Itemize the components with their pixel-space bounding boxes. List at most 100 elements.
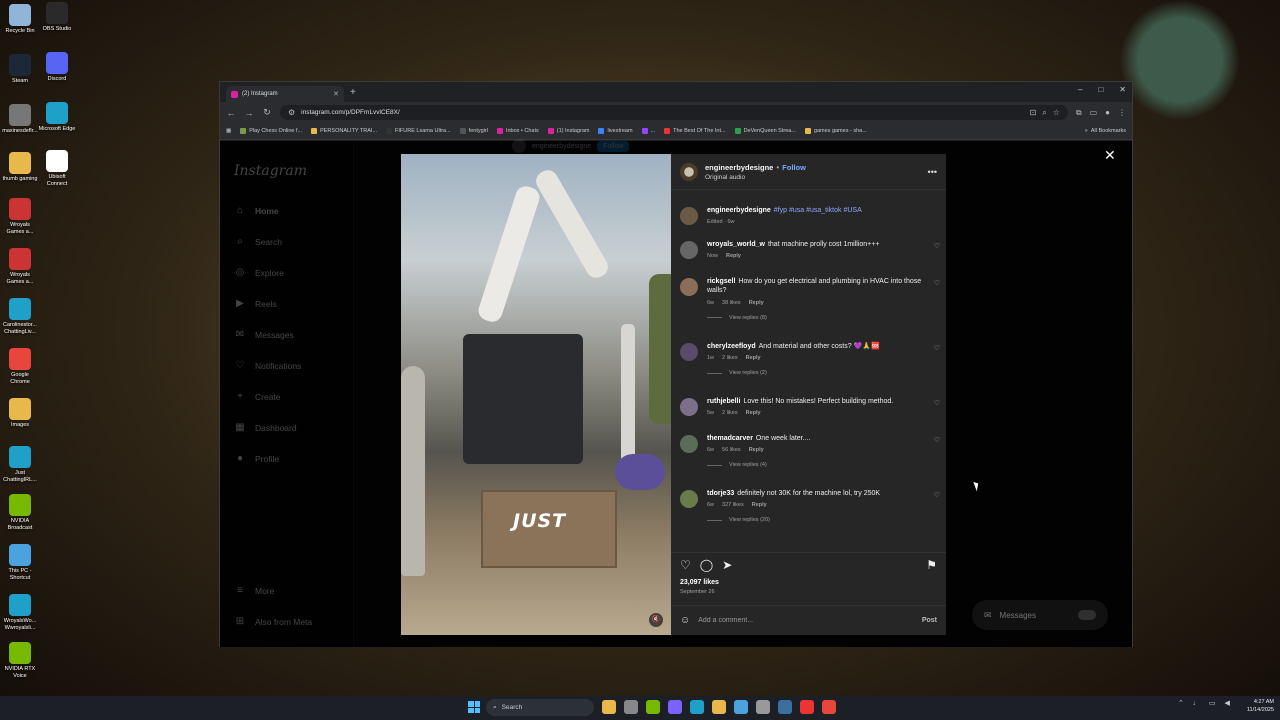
task-view-icon[interactable] [624,700,638,714]
new-tab-button[interactable]: + [350,87,356,98]
comment-like-icon[interactable]: ♡ [934,399,940,416]
comment-avatar[interactable] [680,207,698,225]
comment-likes[interactable]: 2 likes [722,410,738,416]
comment-username[interactable]: engineerbydesigne [707,207,771,214]
chrome-icon[interactable] [822,700,836,714]
reply-button[interactable]: Reply [746,410,761,416]
comment-username[interactable]: tdorje33 [707,490,734,497]
desktop-icon[interactable]: Just ChattingIRL... [1,446,39,483]
bookmark-star-icon[interactable]: ☆ [1053,108,1060,117]
author-username[interactable]: engineerbydesigne [705,163,773,172]
reply-button[interactable]: Reply [749,447,764,453]
comment-avatar[interactable] [680,241,698,259]
desktop-icon[interactable]: This PC - Shortcut [1,544,39,581]
taskbar-clock[interactable]: 4:27 AM 11/14/2025 [1234,699,1274,714]
more-options-icon[interactable]: ••• [928,167,937,177]
headset-icon[interactable] [646,700,660,714]
desktop-icon[interactable]: Google Chrome [1,348,39,385]
tab-instagram[interactable]: (2) Instagram ✕ [226,86,344,102]
desktop-icon[interactable]: Images [1,398,39,429]
tab-close-icon[interactable]: ✕ [333,90,339,98]
comment-avatar[interactable] [680,278,698,296]
like-count[interactable]: 23,097 likes [680,579,937,586]
post-video[interactable]: JUST 🔇 [401,154,671,635]
comment-like-icon[interactable]: ♡ [934,279,940,321]
save-icon[interactable]: ⚑ [926,558,937,572]
bookmark-item[interactable]: fentygirl [459,128,488,134]
comment-hashtags[interactable]: #fyp #usa #usa_tiktok #USA [774,207,862,214]
comment-icon[interactable]: ◯ [700,558,713,572]
desktop-icon[interactable]: NVIDIA RTX Voice [1,642,39,679]
taskbar-search[interactable]: ⌕ Search [486,699,594,716]
bookmark-item[interactable]: Play Chess Online f... [240,128,302,134]
reply-button[interactable]: Reply [749,300,764,306]
extensions-icon[interactable]: ⧉ [1076,108,1082,118]
view-replies-button[interactable]: View replies (4) [707,462,925,468]
desktop-icon[interactable]: Recycle Bin [1,4,39,35]
emoji-icon[interactable]: ☺ [680,615,690,626]
comment-avatar[interactable] [680,435,698,453]
folder-icon[interactable] [712,700,726,714]
bookmark-item[interactable]: PERSONALITY TRAI... [311,128,377,134]
comment-username[interactable]: cherylzeefloyd [707,343,756,350]
all-bookmarks-button[interactable]: » All Bookmarks [1085,128,1126,134]
volume-icon[interactable]: ◀ [1225,699,1230,707]
split-view-icon[interactable]: ▭ [1090,108,1098,117]
zoom-icon[interactable]: ⌕ [1042,108,1046,118]
bookmark-item[interactable]: ... [641,128,655,134]
mute-icon[interactable]: 🔇 [649,613,663,627]
share-icon[interactable]: ➤ [722,558,732,572]
desktop-icon[interactable]: WroyalsWo... Wwroyalsli... [1,594,39,631]
maximize-icon[interactable]: □ [1098,85,1103,94]
desktop-icon[interactable]: OBS Studio [38,2,76,33]
desktop-icon[interactable]: Wroyals Games a... [1,248,39,285]
bookmark-item[interactable]: The Best Of The Int... [664,128,726,134]
comment-likes[interactable]: 56 likes [722,447,741,453]
view-replies-button[interactable]: View replies (8) [707,315,925,321]
microphone-icon[interactable]: ♩ [1193,700,1200,707]
comment-like-icon[interactable]: ♡ [934,436,940,468]
comment-username[interactable]: wroyals_world_w [707,241,765,248]
reply-button[interactable]: Reply [746,355,761,361]
snipping-icon[interactable] [800,700,814,714]
close-modal-icon[interactable]: ✕ [1104,147,1116,164]
start-button-icon[interactable] [468,701,480,713]
steam-icon[interactable] [778,700,792,714]
follow-button[interactable]: Follow [782,163,806,172]
comment-likes[interactable]: 327 likes [722,502,744,508]
reply-button[interactable]: Reply [752,502,767,508]
desktop-icon[interactable]: Steam [1,54,39,85]
view-replies-button[interactable]: View replies (20) [707,517,925,523]
comment-username[interactable]: rickgsell [707,278,735,285]
address-bar[interactable]: ⚙ instagram.com/p/DPFmLvvlCE8X/ ⊡ ⌕ ☆ [280,105,1068,120]
back-icon[interactable]: ← [226,108,236,118]
desktop-icon[interactable]: Discord [38,52,76,83]
desktop-icon[interactable]: Microsoft Edge [38,102,76,133]
file-explorer-icon[interactable] [602,700,616,714]
close-window-icon[interactable]: ✕ [1119,85,1126,94]
comment-username[interactable]: themadcarver [707,435,753,442]
site-info-icon[interactable]: ⚙ [288,108,295,117]
bookmark-item[interactable]: Inbox • Chats [496,128,539,134]
edge-icon[interactable] [690,700,704,714]
comment-likes[interactable]: 2 likes [722,355,738,361]
copilot-icon[interactable] [668,700,682,714]
browser-menu-icon[interactable]: ⋮ [1118,108,1126,117]
desktop-icon[interactable]: Ubisoft Connect [38,150,76,187]
comment-like-icon[interactable]: ♡ [934,491,940,523]
store-icon[interactable] [734,700,748,714]
comment-avatar[interactable] [680,343,698,361]
comment-avatar[interactable] [680,398,698,416]
forward-icon[interactable]: → [244,108,254,118]
bookmark-item[interactable]: livestream [598,128,633,134]
apps-icon[interactable]: ▦ [226,128,231,134]
desktop-icon[interactable]: Wroyals Games a... [1,198,39,235]
desktop-icon[interactable]: thumb gaming [1,152,39,183]
minimize-icon[interactable]: – [1078,85,1082,94]
comment-likes[interactable]: 38 likes [722,300,741,306]
author-avatar[interactable] [680,162,698,181]
comment-username[interactable]: ruthjebelli [707,398,740,405]
desktop-icon[interactable]: maxinesdeflr... [1,104,39,135]
comment-input[interactable] [698,617,914,624]
settings-icon[interactable] [756,700,770,714]
